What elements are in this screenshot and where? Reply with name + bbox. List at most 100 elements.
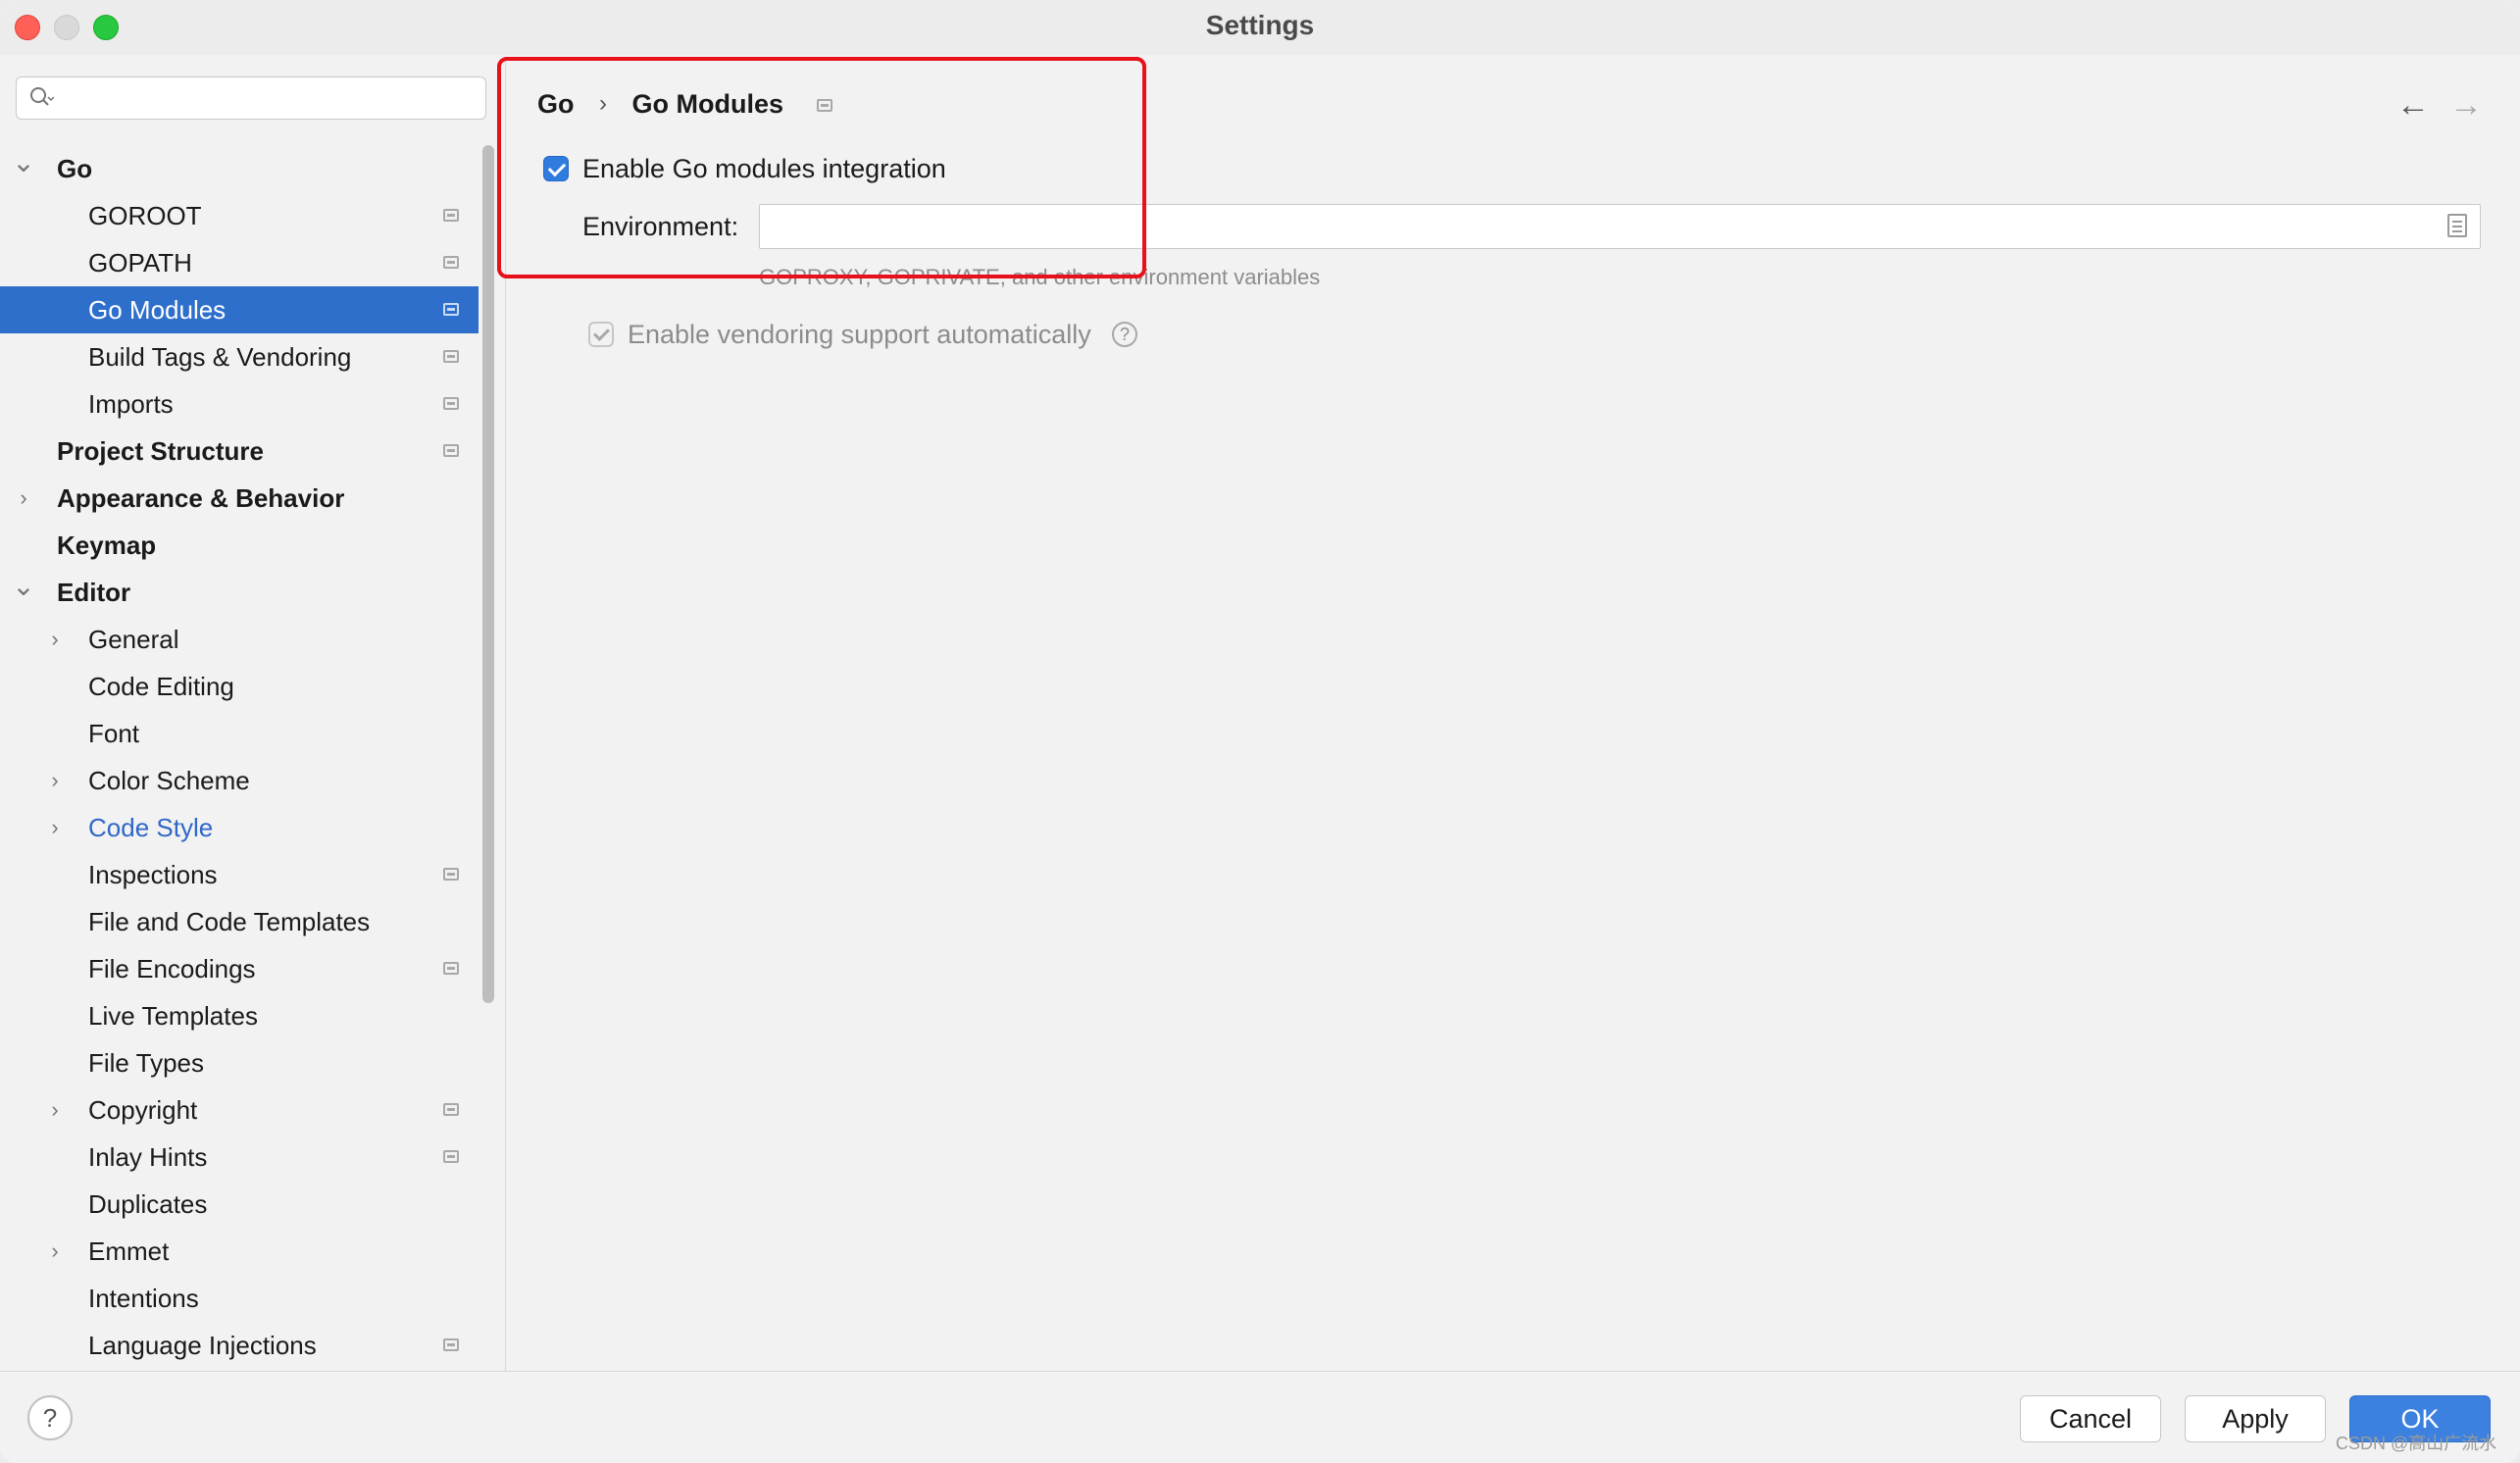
vendoring-help-icon[interactable]: ?	[1112, 322, 1137, 347]
edit-environment-icon[interactable]	[2447, 214, 2467, 237]
sidebar-item-label: Appearance & Behavior	[57, 483, 345, 513]
sidebar-item-label: Go	[57, 154, 93, 183]
dialog-footer: ? Cancel Apply OK	[0, 1371, 2520, 1463]
enable-go-modules-label: Enable Go modules integration	[582, 154, 946, 183]
window-title: Settings	[1205, 10, 1315, 40]
vendoring-support-label: Enable vendoring support automatically	[628, 320, 1091, 349]
back-arrow-icon[interactable]: ←	[2396, 86, 2430, 125]
project-level-icon	[443, 350, 459, 363]
sidebar-item-label: Intentions	[88, 1284, 199, 1313]
sidebar-item-appearance-behavior[interactable]: › Appearance & Behavior	[0, 475, 479, 522]
project-level-icon	[443, 397, 459, 410]
enable-go-modules-checkbox[interactable]	[543, 156, 569, 181]
sidebar-item-label: GOROOT	[88, 201, 202, 230]
project-level-icon	[443, 962, 459, 975]
forward-arrow-icon[interactable]: →	[2449, 86, 2483, 125]
sidebar-item-build-tags-vendoring[interactable]: Build Tags & Vendoring	[0, 333, 479, 380]
sidebar-item-editor[interactable]: ⌄ Editor	[0, 569, 479, 616]
sidebar-item-inspections[interactable]: Inspections	[0, 851, 479, 898]
sidebar-item-color-scheme[interactable]: › Color Scheme	[0, 757, 479, 804]
sidebar-item-duplicates[interactable]: Duplicates	[0, 1181, 479, 1228]
sidebar-item-label: Copyright	[88, 1095, 198, 1125]
project-level-icon	[443, 444, 459, 457]
sidebar-item-label: File Types	[88, 1048, 205, 1078]
sidebar-item-goroot[interactable]: GOROOT	[0, 192, 479, 239]
watermark-text: CSDN @高山广流水	[2336, 1434, 2497, 1453]
sidebar-item-project-structure[interactable]: Project Structure	[0, 428, 479, 475]
sidebar-item-inlay-hints[interactable]: Inlay Hints	[0, 1134, 479, 1181]
breadcrumb-current: Go Modules	[631, 89, 784, 119]
sidebar-item-file-encodings[interactable]: File Encodings	[0, 945, 479, 992]
chevron-right-icon[interactable]: ›	[12, 475, 35, 522]
sidebar-item-intentions[interactable]: Intentions	[0, 1275, 479, 1322]
chevron-right-icon[interactable]: ›	[43, 804, 67, 851]
sidebar-item-imports[interactable]: Imports	[0, 380, 479, 428]
sidebar-item-label: Color Scheme	[88, 766, 250, 795]
sidebar-item-label: Code Style	[88, 813, 214, 842]
sidebar-item-live-templates[interactable]: Live Templates	[0, 992, 479, 1039]
chevron-down-icon[interactable]: ⌄	[12, 569, 35, 616]
title-bar: Settings	[0, 0, 2520, 55]
sidebar-item-copyright[interactable]: › Copyright	[0, 1086, 479, 1134]
project-level-icon	[443, 256, 459, 269]
sidebar-item-label: File Encodings	[88, 954, 256, 984]
sidebar-item-label: Project Structure	[57, 436, 264, 466]
sidebar-item-label: Duplicates	[88, 1189, 208, 1219]
sidebar-item-label: Editor	[57, 578, 131, 607]
sidebar-item-label: Emmet	[88, 1236, 170, 1266]
chevron-right-icon[interactable]: ›	[43, 757, 67, 804]
sidebar-item-label: Inspections	[88, 860, 218, 889]
sidebar-item-keymap[interactable]: Keymap	[0, 522, 479, 569]
settings-tree: ⌄ Go GOROOT GOPATH Go Modules Build Tags & Ve…	[0, 145, 479, 1369]
chevron-right-icon[interactable]: ›	[43, 1086, 67, 1134]
breadcrumb-parent[interactable]: Go	[537, 84, 575, 124]
breadcrumb-separator-icon: ›	[599, 90, 608, 117]
cancel-button[interactable]: Cancel	[2020, 1395, 2161, 1442]
chevron-right-icon[interactable]: ›	[43, 1228, 67, 1275]
chevron-right-icon[interactable]: ›	[43, 616, 67, 663]
sidebar-item-label: Code Editing	[88, 672, 234, 701]
project-level-icon	[443, 209, 459, 222]
environment-field[interactable]	[759, 204, 2481, 249]
sidebar-item-go[interactable]: ⌄ Go	[0, 145, 479, 192]
project-level-icon	[443, 303, 459, 316]
sidebar-item-label: Inlay Hints	[88, 1142, 208, 1172]
vendoring-support-checkbox[interactable]	[588, 322, 614, 347]
sidebar-item-file-and-code-templates[interactable]: File and Code Templates	[0, 898, 479, 945]
settings-content: Go › Go Modules ← → Enable Go modules in…	[506, 57, 2520, 1371]
sidebar-item-code-style[interactable]: › Code Style	[0, 804, 479, 851]
project-level-icon	[443, 1338, 459, 1351]
project-level-icon	[443, 868, 459, 881]
sidebar-item-label: File and Code Templates	[88, 907, 371, 936]
environment-hint: GOPROXY, GOPRIVATE, and other environmen…	[759, 265, 1321, 289]
breadcrumb: Go › Go Modules	[537, 84, 832, 124]
project-level-icon	[443, 1150, 459, 1163]
sidebar-scrollbar[interactable]	[482, 145, 494, 1003]
sidebar-item-font[interactable]: Font	[0, 710, 479, 757]
settings-search-input[interactable]	[16, 76, 486, 120]
sidebar-item-label: Font	[88, 719, 140, 748]
sidebar-item-label: Imports	[88, 389, 174, 419]
chevron-down-icon[interactable]: ⌄	[12, 145, 35, 192]
search-icon	[30, 87, 54, 106]
sidebar-item-label: Build Tags & Vendoring	[88, 342, 352, 372]
sidebar-item-file-types[interactable]: File Types	[0, 1039, 479, 1086]
apply-button[interactable]: Apply	[2185, 1395, 2326, 1442]
sidebar-item-general[interactable]: › General	[0, 616, 479, 663]
sidebar-item-go-modules[interactable]: Go Modules	[0, 286, 479, 333]
sidebar-item-label: Language Injections	[88, 1331, 317, 1360]
sidebar-item-language-injections[interactable]: Language Injections	[0, 1322, 479, 1369]
sidebar-item-code-editing[interactable]: Code Editing	[0, 663, 479, 710]
help-button[interactable]: ?	[27, 1395, 73, 1440]
sidebar-item-label: General	[88, 625, 179, 654]
sidebar-item-emmet[interactable]: › Emmet	[0, 1228, 479, 1275]
sidebar-item-label: GOPATH	[88, 248, 192, 277]
sidebar-item-gopath[interactable]: GOPATH	[0, 239, 479, 286]
settings-window: Settings ⌄ Go GOROOT GOPATH Go Modules Build …	[0, 0, 2520, 1463]
project-level-icon	[443, 1103, 459, 1116]
sidebar-item-label: Live Templates	[88, 1001, 258, 1031]
project-level-icon	[816, 99, 832, 113]
settings-sidebar: ⌄ Go GOROOT GOPATH Go Modules Build Tags & Ve…	[0, 57, 506, 1371]
environment-label: Environment:	[582, 212, 739, 241]
sidebar-item-label: Keymap	[57, 530, 157, 560]
